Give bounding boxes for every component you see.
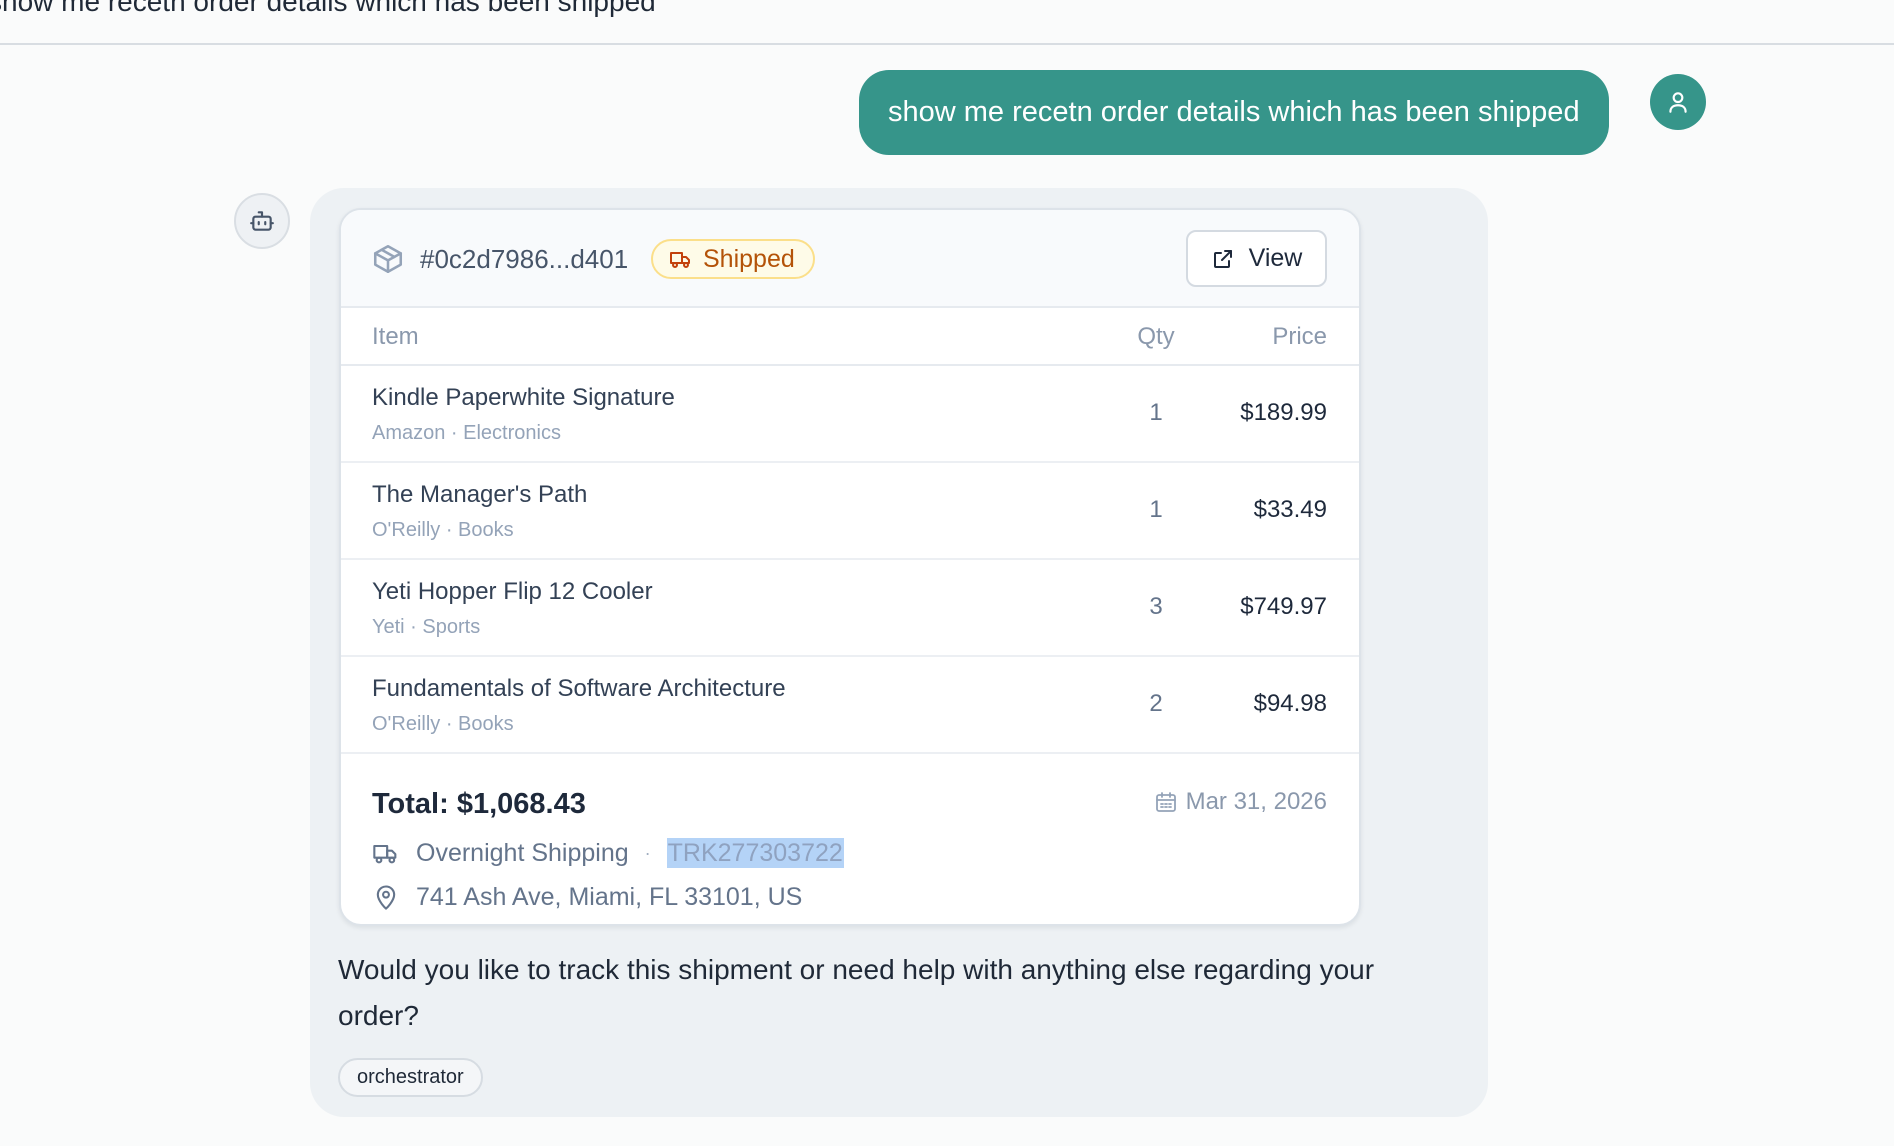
item-price: $189.99: [1240, 399, 1327, 426]
item-name: Kindle Paperwhite Signature: [372, 384, 675, 411]
address-text: 741 Ash Ave, Miami, FL 33101, US: [416, 882, 803, 911]
truck-icon: [373, 844, 397, 864]
bot-icon: [250, 211, 274, 231]
order-summary: Total: $1,068.43 Mar 31, 2026 Overnight …: [341, 756, 1359, 924]
item-price: $33.49: [1253, 496, 1327, 523]
map-pin-icon: [376, 885, 396, 910]
item-qty: 1: [1149, 399, 1163, 426]
table-row: The Manager's Path O'Reilly · Books 1 $3…: [341, 463, 1359, 560]
user-avatar: [1650, 74, 1706, 130]
item-qty: 3: [1149, 593, 1163, 620]
item-meta: O'Reilly · Books: [372, 713, 514, 735]
shipping-method: Overnight Shipping: [416, 838, 629, 867]
shipping-address: 741 Ash Ave, Miami, FL 33101, US: [372, 880, 802, 914]
conversation-header: show me recetn order details which has b…: [0, 0, 1894, 45]
column-qty: Qty: [1137, 323, 1175, 350]
order-date-label: Mar 31, 2026: [1185, 788, 1327, 815]
item-meta: Yeti · Sports: [372, 616, 481, 638]
order-card: #0c2d7986...d401 Shipped View Item Qty P…: [339, 208, 1361, 926]
external-link-icon: [1213, 249, 1232, 268]
shipping-info: Overnight Shipping · TRK277303722: [372, 836, 844, 870]
item-meta: O'Reilly · Books: [372, 519, 514, 541]
item-name: The Manager's Path: [372, 481, 588, 508]
assistant-message: #0c2d7986...d401 Shipped View Item Qty P…: [310, 188, 1488, 1117]
item-price: $749.97: [1240, 593, 1327, 620]
items-table-header: Item Qty Price: [341, 308, 1359, 366]
table-row: Fundamentals of Software Architecture O'…: [341, 657, 1359, 754]
view-order-button[interactable]: View: [1186, 230, 1327, 287]
table-row: Kindle Paperwhite Signature Amazon · Ele…: [341, 366, 1359, 463]
order-date: Mar 31, 2026: [1154, 788, 1327, 816]
status-badge: Shipped: [651, 239, 815, 279]
tracking-number[interactable]: TRK277303722: [666, 838, 844, 868]
item-meta: Amazon · Electronics: [372, 422, 561, 444]
user-message: show me recetn order details which has b…: [859, 70, 1609, 155]
column-price: Price: [1272, 323, 1327, 350]
item-name: Yeti Hopper Flip 12 Cooler: [372, 578, 653, 605]
column-item: Item: [372, 323, 419, 350]
calendar-icon: [1155, 792, 1176, 812]
order-total: Total: $1,068.43: [372, 788, 586, 820]
order-card-header: #0c2d7986...d401 Shipped View: [341, 210, 1359, 308]
item-qty: 2: [1149, 690, 1163, 717]
table-row: Yeti Hopper Flip 12 Cooler Yeti · Sports…: [341, 560, 1359, 657]
user-icon: [1669, 92, 1687, 113]
status-label: Shipped: [703, 245, 795, 273]
agent-tag: orchestrator: [338, 1058, 483, 1097]
separator-dot: ·: [644, 842, 651, 863]
assistant-reply-text: Would you like to track this shipment or…: [338, 954, 1375, 1031]
conversation-title: show me recetn order details which has b…: [0, 0, 656, 17]
assistant-avatar: [234, 193, 290, 249]
item-price: $94.98: [1253, 690, 1327, 717]
order-id: #0c2d7986...d401: [420, 244, 629, 274]
package-icon: [373, 244, 403, 274]
item-qty: 1: [1149, 496, 1163, 523]
truck-icon: [670, 252, 690, 268]
view-button-label: View: [1248, 244, 1303, 272]
item-name: Fundamentals of Software Architecture: [372, 675, 786, 702]
